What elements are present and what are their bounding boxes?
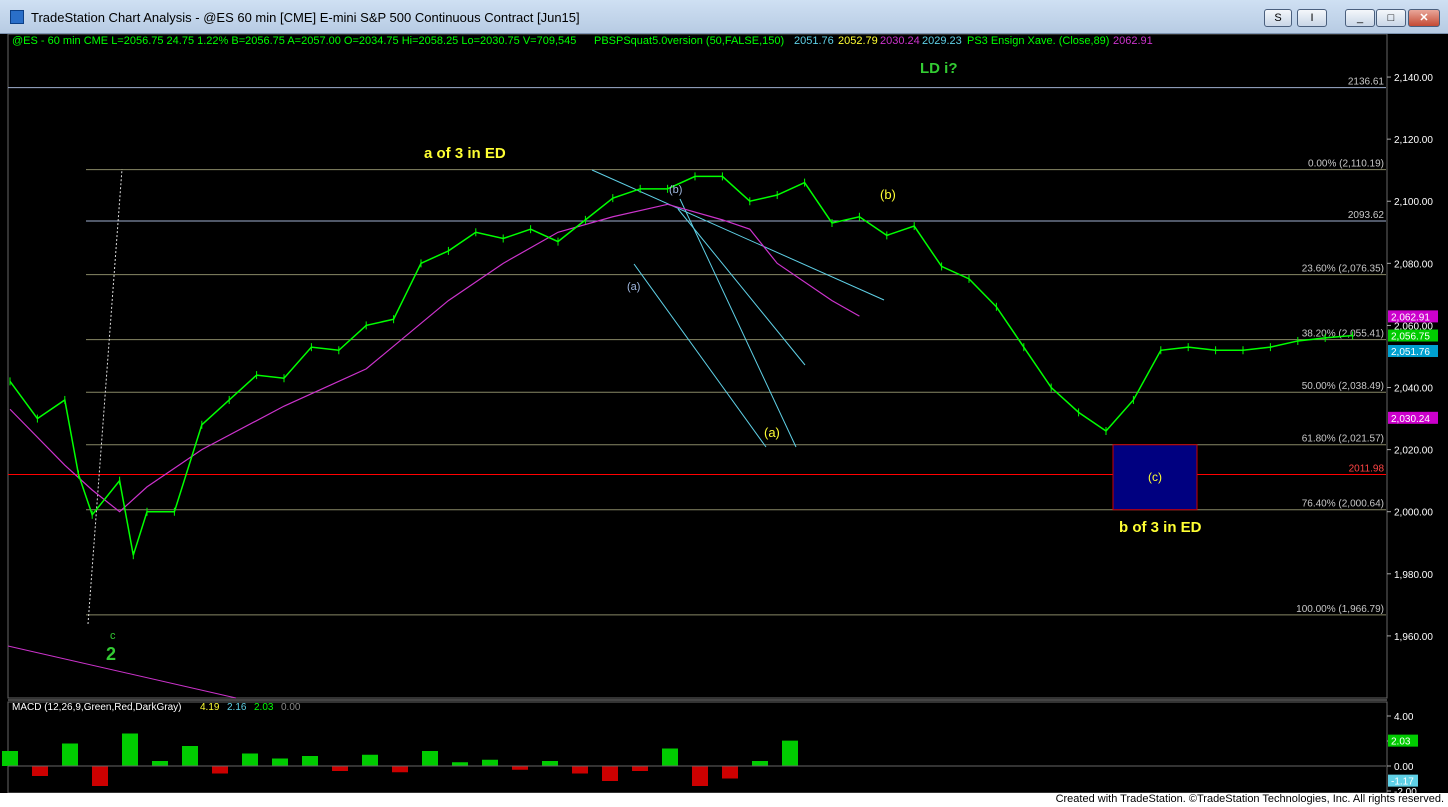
level-label: 23.60% (2,076.35) xyxy=(1302,264,1384,275)
macd-bar xyxy=(122,733,138,766)
macd-bar xyxy=(752,761,768,766)
level-label: 100.00% (1,966.79) xyxy=(1296,604,1384,615)
style-button[interactable]: S xyxy=(1264,9,1292,27)
y-tick-label: 1,980.00 xyxy=(1394,570,1433,581)
title-bar: TradeStation Chart Analysis - @ES 60 min… xyxy=(0,0,1448,34)
macd-bar xyxy=(602,766,618,781)
price-marker-label: 2,030.24 xyxy=(1391,414,1430,425)
annotation-c: c xyxy=(110,630,116,642)
level-label: 2136.61 xyxy=(1348,77,1385,88)
price-marker-label: 2,051.76 xyxy=(1391,347,1430,358)
channel-upper xyxy=(679,198,797,448)
y-tick-label: 2,040.00 xyxy=(1394,384,1433,395)
ind1-value-4: 2029.23 xyxy=(922,35,962,47)
macd-value-2: 2.16 xyxy=(227,702,247,713)
annotation-a-of-3: a of 3 in ED xyxy=(424,145,506,162)
macd-bar xyxy=(632,766,648,771)
level-label: 0.00% (2,110.19) xyxy=(1308,159,1384,170)
status-indicator2: PS3 Ensign Xave. (Close,89) xyxy=(967,35,1109,47)
macd-value-3: 2.03 xyxy=(254,702,274,713)
footer-text: Created with TradeStation. ©TradeStation… xyxy=(1055,793,1444,805)
y-tick-label: 2,080.00 xyxy=(1394,259,1433,270)
y-tick-label: 1,960.00 xyxy=(1394,632,1433,643)
macd-bar xyxy=(422,751,438,766)
price-marker-label: 2,056.75 xyxy=(1391,332,1430,343)
macd-bar xyxy=(2,751,18,766)
ind1-value-2: 2052.79 xyxy=(838,35,878,47)
ind2-value: 2062.91 xyxy=(1113,35,1153,47)
macd-value-4: 0.00 xyxy=(281,702,301,713)
macd-bar xyxy=(542,761,558,766)
annotation-b-yellow: (b) xyxy=(880,187,896,202)
dotted-line xyxy=(87,168,123,625)
annotation-b-of-3: b of 3 in ED xyxy=(1119,519,1202,536)
macd-bar xyxy=(272,758,288,766)
macd-bar xyxy=(32,766,48,776)
level-label: 76.40% (2,000.64) xyxy=(1302,499,1384,510)
status-symbol-info: @ES - 60 min CME L=2056.75 24.75 1.22% B… xyxy=(12,35,576,47)
y-tick-label: 2,120.00 xyxy=(1394,135,1433,146)
macd-bar xyxy=(182,746,198,766)
macd-bar xyxy=(692,766,708,786)
annotation-ld-i: LD i? xyxy=(920,60,958,77)
macd-bar xyxy=(512,766,528,770)
maximize-button[interactable]: □ xyxy=(1376,9,1406,27)
macd-bar xyxy=(482,759,498,766)
chart-area[interactable]: 0.00% (2,110.19) 2093.62 23.60% (2,076.35)… xyxy=(0,33,1448,798)
macd-bar xyxy=(452,762,468,766)
macd-bar xyxy=(362,754,378,766)
price-chart[interactable]: 0.00% (2,110.19) 2093.62 23.60% (2,076.35)… xyxy=(0,33,1448,798)
annotation-2: 2 xyxy=(106,644,116,664)
ma-series-line xyxy=(9,203,860,513)
target-box-label: (c) xyxy=(1148,470,1162,484)
macd-y-tick-label: 4.00 xyxy=(1394,712,1414,723)
annotation-a-blue: (a) xyxy=(627,281,640,293)
macd-bar xyxy=(392,766,408,773)
price-marker-label: 2,062.91 xyxy=(1391,312,1430,323)
macd-bar xyxy=(152,761,168,766)
trendlines xyxy=(7,168,885,699)
level-label: 50.00% (2,038.49) xyxy=(1302,381,1384,392)
annotation-b-blue: (b) xyxy=(669,184,682,196)
level-label: 2011.98 xyxy=(1349,464,1385,475)
level-label: 38.20% (2,055.41) xyxy=(1302,329,1384,340)
y-tick-label: 2,100.00 xyxy=(1394,197,1433,208)
status-indicator1: PBSPSquat5.0version (50,FALSE,150) xyxy=(594,35,784,47)
footer: Created with TradeStation. ©TradeStation… xyxy=(0,793,1448,807)
macd-marker-label: 2.03 xyxy=(1391,737,1411,748)
trendline-b-lower xyxy=(677,208,806,366)
minimize-button[interactable]: _ xyxy=(1345,9,1375,27)
ind1-value-1: 2051.76 xyxy=(794,35,834,47)
channel-lower xyxy=(633,263,767,448)
macd-y-tick-label: 0.00 xyxy=(1394,762,1414,773)
macd-bar xyxy=(212,766,228,774)
macd-bar xyxy=(92,766,108,786)
y-tick-label: 2,000.00 xyxy=(1394,508,1433,519)
y-tick-label: 2,140.00 xyxy=(1394,73,1433,84)
macd-bar xyxy=(722,766,738,779)
macd-bar xyxy=(662,748,678,766)
macd-name: MACD (12,26,9,Green,Red,DarkGray) xyxy=(12,702,182,713)
macd-bar xyxy=(782,740,798,766)
insert-button[interactable]: I xyxy=(1297,9,1327,27)
macd-bar xyxy=(332,766,348,771)
macd-bar xyxy=(572,766,588,774)
window-title: TradeStation Chart Analysis - @ES 60 min… xyxy=(31,10,580,25)
macd-value-1: 4.19 xyxy=(200,702,220,713)
macd-bar xyxy=(302,756,318,766)
macd-bar xyxy=(62,743,78,766)
ind1-value-3: 2030.24 xyxy=(880,35,920,47)
y-tick-label: 2,020.00 xyxy=(1394,446,1433,457)
macd-marker-label: -1.17 xyxy=(1391,777,1414,788)
level-label: 2093.62 xyxy=(1348,210,1385,221)
annotation-a-yellow: (a) xyxy=(764,425,780,440)
close-button[interactable]: ✕ xyxy=(1408,9,1440,27)
price-panel-frame xyxy=(7,33,1388,699)
level-label: 61.80% (2,021.57) xyxy=(1302,434,1384,445)
macd-bar xyxy=(242,753,258,766)
app-icon xyxy=(10,10,24,24)
lower-magenta-line xyxy=(7,645,237,699)
